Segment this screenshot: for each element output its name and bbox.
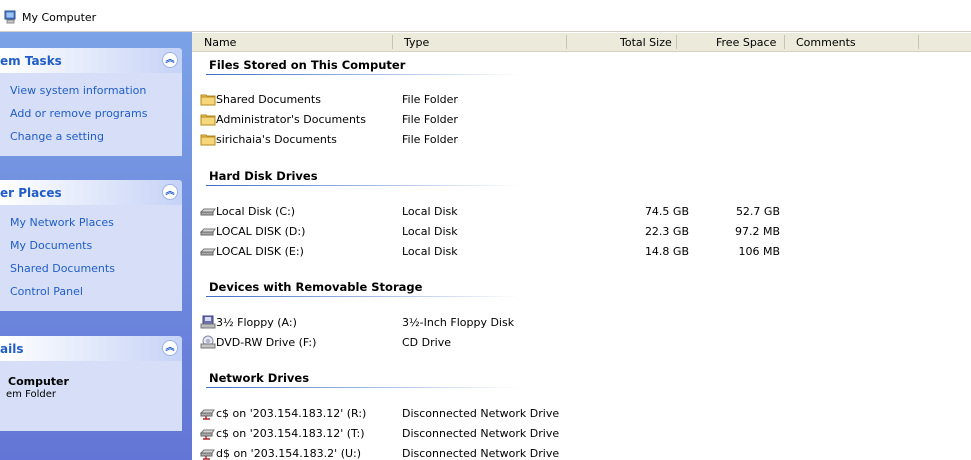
- hard-disk-icon: [200, 208, 216, 216]
- column-separator[interactable]: [918, 35, 919, 49]
- my-documents-link[interactable]: My Documents: [0, 234, 182, 257]
- column-total-size-header[interactable]: Total Size: [620, 36, 672, 49]
- details-name: Computer: [8, 375, 69, 388]
- task-pane: em Tasks ︽ View system information Add o…: [0, 32, 192, 460]
- list-item[interactable]: Local Disk (C:) Local Disk 74.5 GB 52.7 …: [192, 202, 971, 222]
- other-places-header[interactable]: er Places ︽: [0, 180, 182, 205]
- list-item[interactable]: Shared Documents File Folder: [192, 90, 971, 110]
- list-item[interactable]: c$ on '203.154.183.12' (T:) Disconnected…: [192, 424, 971, 444]
- title-bar: My Computer: [0, 0, 971, 32]
- other-places-body: My Network Places My Documents Shared Do…: [0, 205, 182, 311]
- system-tasks-title: em Tasks: [0, 54, 62, 68]
- section-divider: [206, 296, 520, 297]
- add-remove-programs-link[interactable]: Add or remove programs: [0, 102, 182, 125]
- control-panel-link[interactable]: Control Panel: [0, 280, 182, 303]
- details-body: Computer em Folder: [0, 361, 182, 431]
- details-type: em Folder: [6, 389, 56, 400]
- section-divider: [206, 387, 520, 388]
- hard-disk-icon: [200, 228, 216, 236]
- change-setting-link[interactable]: Change a setting: [0, 125, 182, 148]
- details-panel: ails ︽ Computer em Folder: [0, 336, 182, 431]
- shared-documents-link[interactable]: Shared Documents: [0, 257, 182, 280]
- view-system-information-link[interactable]: View system information: [0, 79, 182, 102]
- column-type-header[interactable]: Type: [404, 36, 429, 49]
- column-separator[interactable]: [392, 35, 393, 49]
- collapse-chevron-icon[interactable]: ︽: [162, 340, 178, 356]
- system-tasks-header[interactable]: em Tasks ︽: [0, 48, 182, 73]
- list-item[interactable]: DVD-RW Drive (F:) CD Drive: [192, 333, 971, 353]
- other-places-title: er Places: [0, 186, 62, 200]
- column-comments-header[interactable]: Comments: [796, 36, 856, 49]
- hard-disk-icon: [200, 248, 216, 256]
- column-name-header[interactable]: Name: [204, 36, 236, 49]
- section-header: Devices with Removable Storage: [209, 280, 423, 294]
- my-computer-icon: [4, 10, 16, 24]
- section-header: Hard Disk Drives: [209, 169, 318, 183]
- folder-icon: [200, 114, 216, 126]
- dvd-drive-icon: [200, 335, 216, 349]
- collapse-chevron-icon[interactable]: ︽: [162, 184, 178, 200]
- section-header: Network Drives: [209, 371, 310, 385]
- list-item[interactable]: LOCAL DISK (D:) Local Disk 22.3 GB 97.2 …: [192, 222, 971, 242]
- my-network-places-link[interactable]: My Network Places: [0, 211, 182, 234]
- section-divider: [206, 185, 520, 186]
- column-separator[interactable]: [566, 35, 567, 49]
- column-free-space-header[interactable]: Free Space: [716, 36, 776, 49]
- network-drive-icon: [200, 429, 215, 440]
- list-item[interactable]: LOCAL DISK (E:) Local Disk 14.8 GB 106 M…: [192, 242, 971, 262]
- window-title: My Computer: [22, 11, 97, 24]
- details-title: ails: [0, 342, 24, 356]
- list-item[interactable]: sirichaia's Documents File Folder: [192, 130, 971, 150]
- network-drive-icon: [200, 449, 215, 460]
- list-item[interactable]: c$ on '203.154.183.12' (R:) Disconnected…: [192, 404, 971, 424]
- list-item[interactable]: Administrator's Documents File Folder: [192, 110, 971, 130]
- column-separator[interactable]: [676, 35, 677, 49]
- details-header[interactable]: ails ︽: [0, 336, 182, 361]
- column-header: Name Type Total Size Free Space Comments: [192, 33, 971, 52]
- section-divider: [206, 74, 520, 75]
- other-places-panel: er Places ︽ My Network Places My Documen…: [0, 180, 182, 311]
- folder-icon: [200, 134, 216, 146]
- section-header: Files Stored on This Computer: [209, 58, 406, 72]
- system-tasks-panel: em Tasks ︽ View system information Add o…: [0, 48, 182, 156]
- network-drive-icon: [200, 409, 215, 420]
- collapse-chevron-icon[interactable]: ︽: [162, 52, 178, 68]
- list-item[interactable]: d$ on '203.154.183.2' (U:) Disconnected …: [192, 444, 971, 460]
- folder-icon: [200, 94, 216, 106]
- file-list: Files Stored on This Computer Shared Doc…: [192, 52, 971, 460]
- system-tasks-body: View system information Add or remove pr…: [0, 73, 182, 156]
- floppy-drive-icon: [200, 315, 216, 329]
- column-separator[interactable]: [784, 35, 785, 49]
- list-item[interactable]: 3½ Floppy (A:) 3½-Inch Floppy Disk: [192, 313, 971, 333]
